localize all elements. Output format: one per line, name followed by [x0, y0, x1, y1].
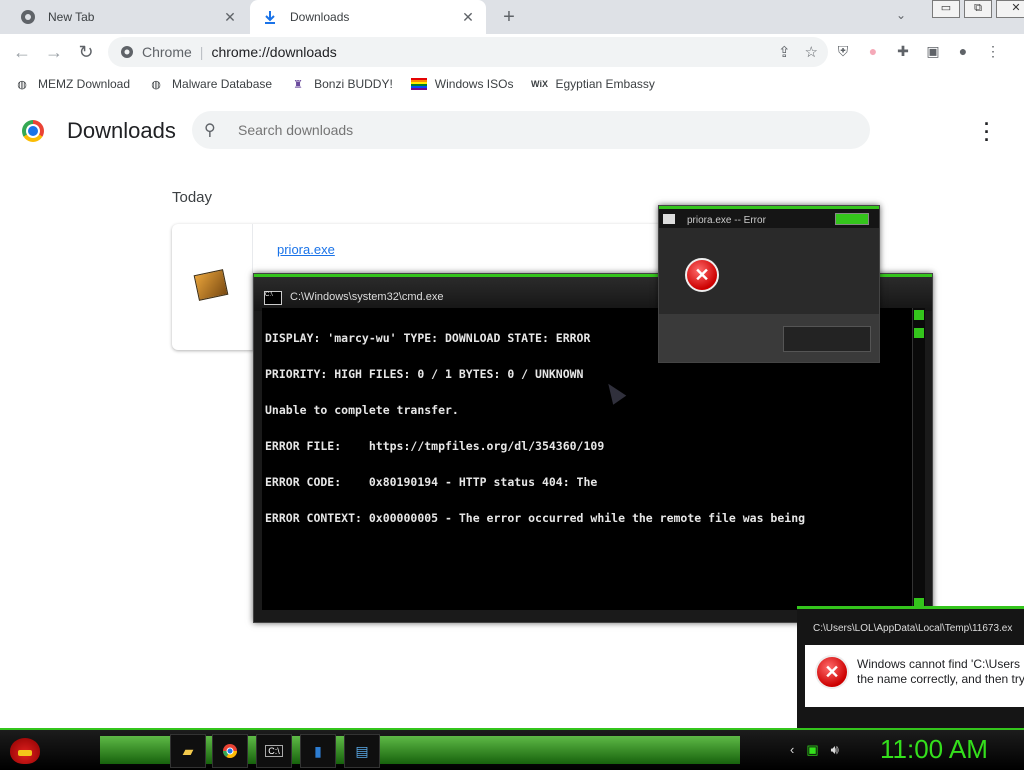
separator: | [199, 44, 204, 60]
rainbow-flag-icon [410, 76, 427, 92]
bookmark-label: Egyptian Embassy [555, 77, 655, 91]
bookmark-label: Malware Database [172, 77, 273, 91]
search-icon: ⚲ [204, 122, 216, 139]
tab-label: Downloads [290, 10, 350, 24]
error-message-line: Windows cannot find 'C:\Users [857, 657, 1021, 671]
cmd-icon: C:\ [264, 291, 282, 305]
window-controls: ▭ ⧉ ✕ [928, 0, 1024, 18]
chrome-icon[interactable] [212, 734, 248, 768]
error-dialog-2-title: C:\Users\LOL\AppData\Local\Temp\11673.ex [813, 623, 1013, 634]
cmd-icon[interactable]: C:\ [256, 734, 292, 768]
bookmark-bonzi[interactable]: ♜ Bonzi BUDDY! [290, 76, 393, 92]
bookmark-memz[interactable]: ◍ MEMZ Download [14, 76, 130, 92]
more-options-icon[interactable]: · · · [984, 115, 990, 149]
browser-toolbar: ← → ↻ Chrome | chrome://downloads ⇪ ☆ ⛨ … [0, 34, 1024, 70]
bookmark-egyptian-embassy[interactable]: WiX Egyptian Embassy [531, 76, 655, 92]
ok-button[interactable] [783, 326, 871, 352]
error-icon: ✕ [815, 655, 849, 689]
bookmark-label: MEMZ Download [38, 77, 131, 91]
cmd-line: ERROR FILE: https://tmpfiles.org/dl/3543… [265, 439, 605, 453]
download-icon [262, 9, 278, 25]
close-icon[interactable]: ✕ [220, 7, 240, 27]
cmd-line: PRIORITY: HIGH FILES: 0 / 1 BYTES: 0 / U… [265, 367, 584, 381]
tab-new-tab[interactable]: New Tab ✕ [8, 0, 248, 34]
angry-bird-icon [10, 738, 40, 764]
side-panel-icon[interactable]: ▣ [924, 42, 942, 60]
ublock-icon[interactable]: ⛨ [834, 42, 852, 60]
chrome-icon [120, 45, 134, 59]
tab-downloads[interactable]: Downloads ✕ [250, 0, 486, 34]
window-icon [663, 214, 675, 224]
bookmarks-bar: ◍ MEMZ Download ◍ Malware Database ♜ Bon… [0, 70, 1024, 98]
puzzle-icon[interactable]: ✚ [894, 42, 912, 60]
extension-flag-icon[interactable]: ● [864, 42, 882, 60]
maximize-button[interactable] [835, 213, 869, 225]
chevron-left-icon[interactable]: ‹ [790, 742, 794, 758]
restore-button[interactable]: ⧉ [964, 0, 992, 18]
error-dialog-2-body: ✕ Windows cannot find 'C:\Users the name… [805, 645, 1024, 707]
date-section-label: Today [172, 189, 213, 206]
error-icon: ✕ [685, 258, 719, 292]
start-button[interactable] [8, 732, 44, 766]
cmd-title: C:\Windows\system32\cmd.exe [290, 291, 444, 303]
bookmark-windows-isos[interactable]: Windows ISOs [410, 76, 514, 92]
cmd-line: Unable to complete transfer. [265, 403, 459, 417]
close-window-button[interactable]: ✕ [996, 0, 1024, 18]
cmd-line: ERROR CONTEXT: 0x00000005 - The error oc… [265, 511, 806, 525]
back-button[interactable]: ← [12, 42, 32, 62]
clock[interactable]: 11:00 AM [880, 734, 988, 765]
search-input[interactable] [236, 121, 840, 139]
bonzi-icon: ♜ [293, 78, 304, 91]
wix-icon: WiX [531, 79, 548, 89]
url-text: chrome://downloads [211, 44, 337, 60]
error-dialog-footer [659, 314, 879, 362]
address-bar[interactable]: Chrome | chrome://downloads ⇪ ☆ [108, 37, 828, 67]
download-filename-link[interactable]: priora.exe [277, 242, 335, 257]
reload-button[interactable]: ↻ [76, 42, 96, 62]
taskbar: ▰ C:\ ▮ ▤ ‹ ▣ 🔊︎ 11:00 AM [0, 728, 1024, 770]
bookmark-star-icon[interactable]: ☆ [805, 43, 818, 61]
close-icon[interactable]: ✕ [458, 7, 478, 27]
minimize-button[interactable]: ▭ [932, 0, 960, 18]
volume-icon[interactable]: 🔊︎ [831, 742, 839, 758]
cmd-line: ERROR CODE: 0x80190194 - HTTP status 404… [265, 475, 598, 489]
bookmark-malware-database[interactable]: ◍ Malware Database [148, 76, 272, 92]
new-tab-button[interactable]: + [498, 6, 520, 28]
chrome-icon [20, 9, 36, 25]
error-dialog[interactable]: priora.exe -- Error ✕ [658, 205, 880, 363]
scroll-up-arrow[interactable] [914, 310, 924, 320]
system-tray: ‹ ▣ 🔊︎ [790, 742, 839, 758]
profile-icon[interactable]: ● [954, 42, 972, 60]
phone-icon[interactable]: ▮ [300, 734, 336, 768]
error-dialog-body: ✕ [659, 228, 879, 314]
bookmark-label: Windows ISOs [434, 77, 514, 91]
globe-icon: ◍ [151, 78, 161, 91]
page-title: Downloads [67, 118, 176, 143]
downloads-header: Downloads ⚲ ··· [0, 98, 1024, 164]
tab-label: New Tab [48, 10, 95, 24]
scrollbar[interactable] [912, 308, 925, 610]
scroll-thumb[interactable] [914, 328, 924, 338]
forward-button[interactable]: → [44, 42, 64, 62]
globe-icon: ◍ [17, 78, 27, 91]
file-explorer-icon[interactable]: ▰ [170, 734, 206, 768]
share-icon[interactable]: ⇪ [778, 43, 791, 61]
error-dialog-title: priora.exe -- Error [687, 215, 766, 226]
bookmark-label: Bonzi BUDDY! [314, 77, 393, 91]
window-icon[interactable]: ▤ [344, 734, 380, 768]
menu-icon[interactable]: ⋮ [984, 42, 1002, 60]
site-label: Chrome [142, 44, 192, 60]
error-message: Windows cannot find 'C:\Users the name c… [857, 657, 1024, 687]
file-icon [193, 269, 229, 301]
tab-strip: New Tab ✕ Downloads ✕ + ⌄ ▭ ⧉ ✕ [0, 0, 1024, 34]
error-dialog-2[interactable]: C:\Users\LOL\AppData\Local\Temp\11673.ex… [797, 606, 1024, 731]
chrome-logo-icon [22, 120, 44, 142]
error-message-line: the name correctly, and then try [857, 672, 1024, 686]
chevron-down-icon[interactable]: ⌄ [896, 8, 906, 22]
network-icon[interactable]: ▣ [806, 742, 818, 758]
search-box[interactable]: ⚲ [192, 111, 870, 149]
